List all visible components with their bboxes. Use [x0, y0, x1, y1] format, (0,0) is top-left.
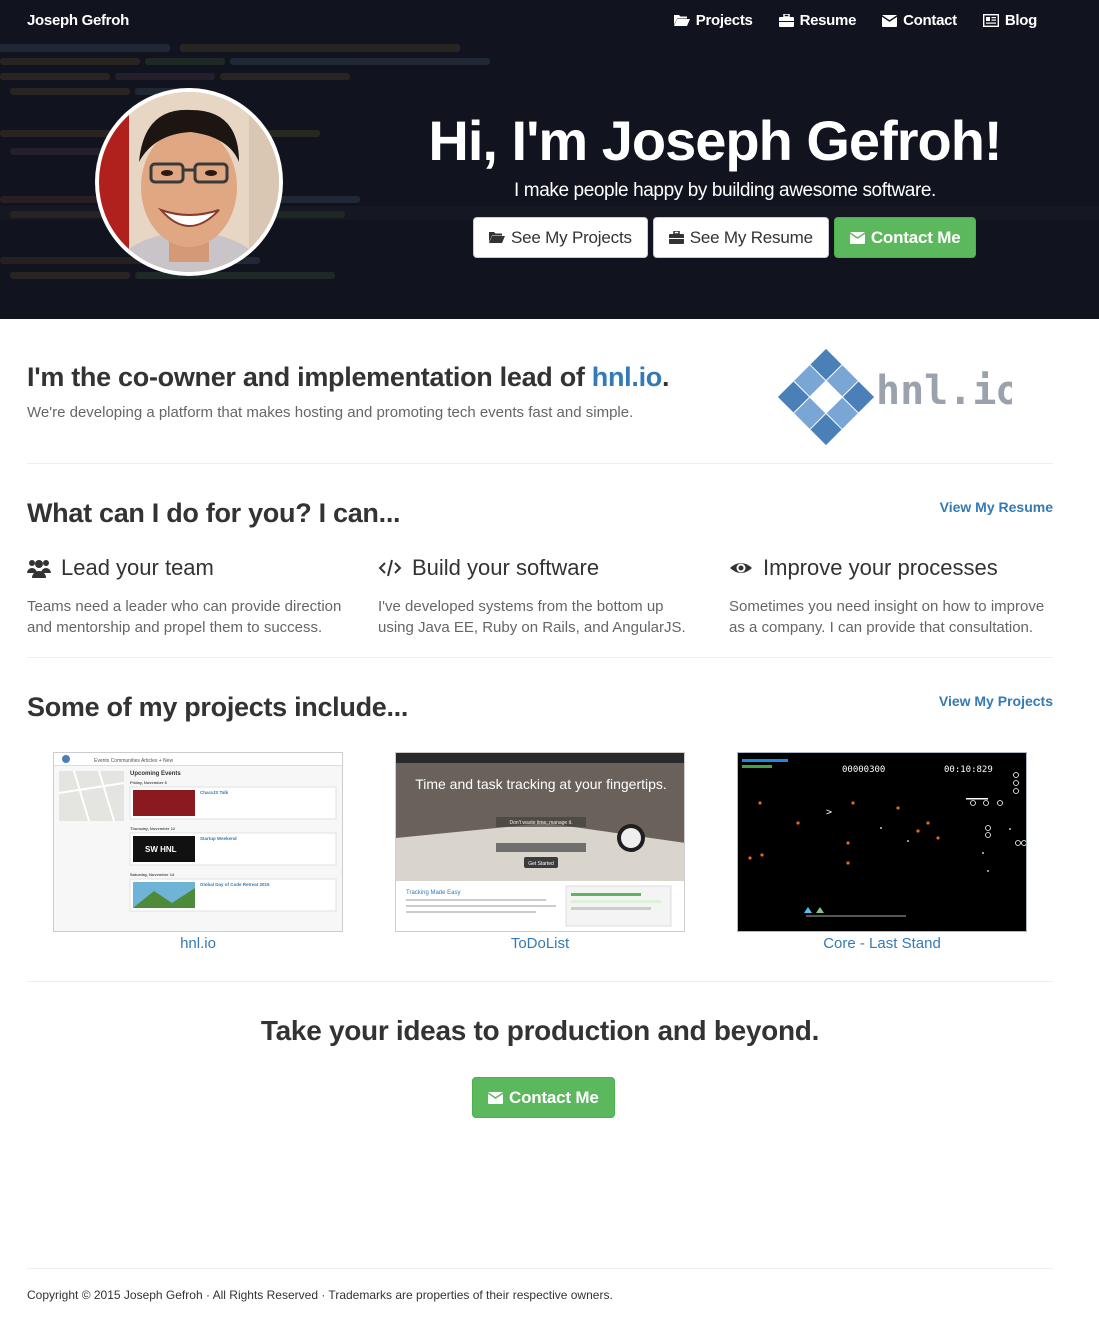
- code-icon: [378, 559, 402, 577]
- nav-link-label: Blog: [1004, 12, 1037, 29]
- button-label: See My Resume: [689, 227, 813, 247]
- see-projects-button[interactable]: See My Projects: [473, 217, 648, 258]
- hnl-io-link[interactable]: hnl.io: [592, 362, 662, 392]
- project-card-hnl[interactable]: Events Communities Articles + New Upcomi…: [53, 752, 343, 952]
- project-card-todolist[interactable]: Time and task tracking at your fingertip…: [395, 752, 685, 952]
- divider: [27, 981, 1053, 982]
- divider: [27, 1268, 1053, 1269]
- project-screenshot-core[interactable]: 00000300 00:10:829 >: [737, 752, 1027, 932]
- skill-heading-row: Improve your processes: [729, 555, 1059, 581]
- hnl-screenshot-art: Events Communities Articles + New Upcomi…: [54, 753, 342, 912]
- skill-line: I've developed systems from the bottom u…: [378, 598, 664, 615]
- hero-banner: Joseph Gefroh Projects Resume Contact Bl…: [0, 0, 1099, 319]
- hnl-shot-day: Thursday, November 12: [130, 826, 176, 831]
- nav-link-label: Contact: [903, 12, 957, 29]
- skill-description: I've developed systems from the bottom u…: [378, 596, 708, 638]
- skill-heading-row: Lead your team: [27, 555, 357, 581]
- project-card-core-last-stand[interactable]: 00000300 00:10:829 > Core - Last Stand: [737, 752, 1027, 952]
- skills-heading: What can I do for you? I can...: [27, 498, 401, 528]
- hnl-shot-event: Startup Weekend: [200, 836, 237, 841]
- hero-title: Hi, I'm Joseph Gefroh!: [428, 109, 1002, 172]
- nav-link-label: Resume: [799, 12, 857, 29]
- project-link-hnl[interactable]: hnl.io: [53, 935, 343, 952]
- todolist-shot-headline: Time and task tracking at your fingertip…: [415, 776, 667, 792]
- eye-icon: [730, 563, 752, 573]
- nav-link-resume[interactable]: Resume: [778, 12, 857, 29]
- briefcase-icon: [778, 14, 794, 27]
- top-navbar: Joseph Gefroh Projects Resume Contact Bl…: [0, 0, 1099, 42]
- core-shot-timer: 00:10:829: [944, 765, 993, 775]
- core-shot-score: 00000300: [842, 765, 885, 775]
- skill-line: Teams need a leader who can provide dire…: [27, 598, 342, 615]
- skill-heading: Improve your processes: [763, 555, 998, 580]
- intro-heading-suffix: .: [661, 362, 670, 392]
- folder-open-icon: [673, 15, 690, 26]
- hnl-io-logo[interactable]: hnl.io: [772, 346, 1012, 448]
- todolist-shot-button: Get Started: [528, 861, 554, 867]
- skill-lead-team: Lead your team Teams need a leader who c…: [27, 555, 357, 638]
- view-resume-link[interactable]: View My Resume: [940, 499, 1053, 515]
- project-screenshot-hnl[interactable]: Events Communities Articles + New Upcomi…: [53, 752, 343, 932]
- skill-line: Sometimes you need insight on how to imp…: [729, 598, 1045, 615]
- hnl-shot-day: Friday, November 6: [130, 780, 168, 785]
- hnl-shot-event-logo: SW HNL: [145, 845, 177, 854]
- divider: [27, 657, 1053, 658]
- skill-line: as a company. I can provide that consult…: [729, 619, 1034, 636]
- todolist-shot-tagline: Don't waste time; manage it.: [510, 820, 573, 826]
- folder-open-icon: [489, 232, 505, 243]
- cta-contact-button[interactable]: Contact Me: [472, 1077, 615, 1118]
- skill-description: Sometimes you need insight on how to imp…: [729, 596, 1059, 638]
- core-screenshot-art: 00000300 00:10:829 >: [738, 753, 1026, 931]
- button-label: See My Projects: [511, 227, 632, 247]
- projects-heading: Some of my projects include...: [27, 692, 409, 722]
- hnl-shot-event: CharaJS Talk: [200, 790, 229, 795]
- newspaper-icon: [982, 14, 999, 27]
- skill-build-software: Build your software I've developed syste…: [378, 555, 708, 638]
- todolist-screenshot-art: Time and task tracking at your fingertip…: [396, 753, 684, 927]
- project-screenshot-todolist[interactable]: Time and task tracking at your fingertip…: [395, 752, 685, 932]
- intro-heading-prefix: I'm the co-owner and implementation lead…: [27, 362, 592, 392]
- project-link-todolist[interactable]: ToDoList: [395, 935, 685, 952]
- profile-photo: [99, 92, 279, 272]
- project-link-core-last-stand[interactable]: Core - Last Stand: [737, 935, 1027, 952]
- users-icon: [27, 560, 51, 578]
- skill-line: using Java EE, Ruby on Rails, and Angula…: [378, 619, 686, 636]
- envelope-icon: [849, 231, 865, 244]
- nav-link-contact[interactable]: Contact: [882, 12, 957, 29]
- nav-link-projects[interactable]: Projects: [673, 12, 753, 29]
- skill-heading: Lead your team: [61, 555, 214, 580]
- nav-links: Projects Resume Contact Blog: [673, 12, 1037, 29]
- hnl-shot-day: Saturday, November 14: [130, 872, 175, 877]
- see-resume-button[interactable]: See My Resume: [652, 217, 829, 258]
- view-projects-link[interactable]: View My Projects: [939, 693, 1053, 709]
- todolist-shot-feature: Tracking Made Easy: [406, 890, 460, 896]
- svg-text:>: >: [826, 807, 832, 818]
- envelope-icon: [488, 1091, 503, 1104]
- skill-improve-processes: Improve your processes Sometimes you nee…: [729, 555, 1059, 638]
- contact-me-button[interactable]: Contact Me: [833, 217, 977, 258]
- footer-copyright: Copyright © 2015 Joseph Gefroh · All Rig…: [27, 1288, 613, 1302]
- intro-text: We're developing a platform that makes h…: [27, 404, 634, 421]
- nav-link-label: Projects: [695, 12, 753, 29]
- hnl-shot-event: Global Day of Code Retreat 2015: [200, 882, 270, 887]
- briefcase-icon: [668, 231, 684, 244]
- nav-link-blog[interactable]: Blog: [982, 12, 1037, 29]
- button-label: Contact Me: [870, 227, 961, 247]
- hero-button-group: See My Projects See My Resume Contact Me: [473, 217, 977, 258]
- hero-subtitle: I make people happy by building awesome …: [514, 180, 936, 201]
- intro-heading: I'm the co-owner and implementation lead…: [27, 362, 669, 393]
- hnl-shot-nav: Events Communities Articles + New: [94, 758, 173, 764]
- envelope-icon: [882, 14, 898, 27]
- button-label: Contact Me: [509, 1087, 599, 1107]
- hnl-shot-heading: Upcoming Events: [130, 771, 181, 777]
- skill-heading: Build your software: [412, 555, 600, 580]
- hnl-logo-text: hnl.io: [876, 368, 1012, 414]
- divider: [27, 463, 1053, 464]
- skill-heading-row: Build your software: [378, 555, 708, 581]
- profile-avatar: [95, 88, 283, 276]
- skill-description: Teams need a leader who can provide dire…: [27, 596, 357, 638]
- brand-link[interactable]: Joseph Gefroh: [27, 12, 129, 29]
- cta-heading: Take your ideas to production and beyond…: [260, 1015, 820, 1046]
- skill-line: and mentorship and propel them to succes…: [27, 619, 323, 636]
